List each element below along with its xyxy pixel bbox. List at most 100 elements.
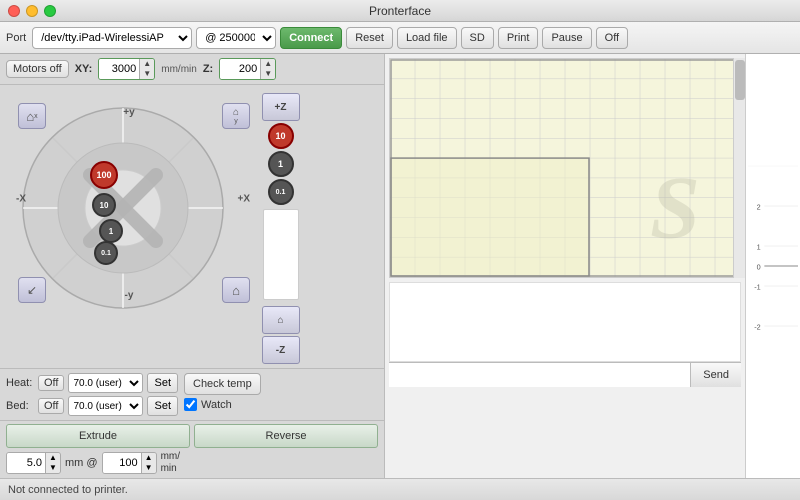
bed-set-button[interactable]: Set	[147, 396, 178, 416]
xy-speed-input[interactable]	[99, 59, 139, 79]
bed-row: Bed: Off 70.0 (user) Set	[6, 396, 178, 416]
xy-speed-up-button[interactable]: ▲	[140, 59, 154, 69]
home-bottomright-button[interactable]: ⌂	[222, 277, 250, 303]
sd-button[interactable]: SD	[461, 27, 494, 49]
heat-check-layout: Heat: Off 70.0 (user) Set Bed: Off 70.0 …	[6, 373, 378, 416]
build-plate: S Send	[385, 54, 745, 478]
z-speed-spinner: ▲ ▼	[219, 58, 276, 80]
xy-speed-spinner-buttons: ▲ ▼	[139, 59, 154, 79]
jog-area: ⌂x ⌂y ↙ ⌂ +y -y -X +X	[0, 85, 384, 368]
mmmin-extrude-label: mm/min	[161, 451, 180, 475]
svg-text:-2: -2	[754, 323, 760, 332]
reverse-button[interactable]: Reverse	[194, 424, 378, 448]
svg-text:2: 2	[757, 203, 761, 212]
step-100-badge[interactable]: 100	[90, 161, 118, 189]
print-button[interactable]: Print	[498, 27, 539, 49]
motors-row: Motors off XY: ▲ ▼ mm/min Z: ▲ ▼	[0, 54, 384, 85]
send-row: Send	[389, 362, 741, 387]
home-topright-button[interactable]: ⌂y	[222, 103, 250, 129]
minimize-button[interactable]	[26, 5, 38, 17]
toolbar: Port /dev/tty.iPad-WirelessiAP @ 250000 …	[0, 22, 800, 54]
z-home-button[interactable]: ⌂	[262, 306, 300, 334]
extrude-amount-up[interactable]: ▲	[46, 453, 60, 463]
z-speed-down-button[interactable]: ▼	[261, 69, 275, 79]
extrude-panel: Extrude Reverse ▲ ▼ mm @ ▲ ▼	[0, 420, 384, 478]
extrude-amount-input[interactable]	[7, 453, 45, 473]
grid-area: S Send	[385, 54, 800, 478]
close-button[interactable]	[8, 5, 20, 17]
jog-wheel-svg[interactable]	[18, 103, 228, 313]
reset-button[interactable]: Reset	[346, 27, 393, 49]
z-speed-input[interactable]	[220, 59, 260, 79]
status-text: Not connected to printer.	[8, 484, 128, 496]
bed-label: Bed:	[6, 400, 34, 412]
z-step-10-badge[interactable]: 10	[268, 123, 294, 149]
extrude-speed-spinner: ▲ ▼	[102, 452, 157, 474]
z-speed-spinner-buttons: ▲ ▼	[260, 59, 275, 79]
watch-row: Watch	[184, 398, 261, 411]
z-step-01-badge[interactable]: 0.1	[268, 179, 294, 205]
send-button[interactable]: Send	[691, 363, 741, 387]
z-minus-button[interactable]: -Z	[262, 336, 300, 364]
maximize-button[interactable]	[44, 5, 56, 17]
z-step-1-badge[interactable]: 1	[268, 151, 294, 177]
plus-x-label: +X	[237, 194, 250, 205]
z-plus-button[interactable]: +Z	[262, 93, 300, 121]
z-speed-up-button[interactable]: ▲	[261, 59, 275, 69]
send-input[interactable]	[389, 363, 691, 387]
right-panel: S Send	[385, 54, 800, 478]
xy-speed-spinner: ▲ ▼	[98, 58, 155, 80]
xy-jog-container: ⌂x ⌂y ↙ ⌂ +y -y -X +X	[4, 89, 254, 309]
status-bar: Not connected to printer.	[0, 478, 800, 500]
extrude-amount-down[interactable]: ▼	[46, 463, 60, 473]
z-jog-panel: +Z 10 1 0.1 ⌂ -Z	[258, 89, 303, 364]
minus-x-label: -X	[16, 194, 26, 205]
heat-temp-select[interactable]: 70.0 (user)	[68, 373, 143, 393]
baud-select[interactable]: @ 250000	[196, 27, 276, 49]
extrude-speed-up[interactable]: ▲	[142, 453, 156, 463]
step-1-badge[interactable]: 1	[99, 219, 123, 243]
mmmin-label: mm/min	[161, 64, 197, 75]
connect-button[interactable]: Connect	[280, 27, 342, 49]
xy-speed-down-button[interactable]: ▼	[140, 69, 154, 79]
svg-text:-1: -1	[754, 283, 760, 292]
motors-off-button[interactable]: Motors off	[6, 60, 69, 78]
heat-bed-panel: Heat: Off 70.0 (user) Set Bed: Off 70.0 …	[0, 368, 384, 420]
extrude-speed-down[interactable]: ▼	[142, 463, 156, 473]
grid-svg: S	[390, 59, 740, 277]
loadfile-button[interactable]: Load file	[397, 27, 457, 49]
jog-wheel[interactable]	[18, 103, 228, 313]
port-label: Port	[6, 32, 26, 44]
extrude-speed-spinner-buttons: ▲ ▼	[141, 453, 156, 473]
heat-set-button[interactable]: Set	[147, 373, 178, 393]
off-button[interactable]: Off	[596, 27, 628, 49]
pause-button[interactable]: Pause	[542, 27, 591, 49]
step-01-badge[interactable]: 0.1	[94, 241, 118, 265]
svg-text:S: S	[650, 159, 700, 258]
extrude-params: ▲ ▼ mm @ ▲ ▼ mm/min	[6, 451, 378, 475]
check-temp-button[interactable]: Check temp	[184, 373, 261, 395]
watch-checkbox[interactable]	[184, 398, 197, 411]
watch-label: Watch	[201, 399, 232, 411]
heat-status: Off	[38, 375, 64, 391]
extrude-amount-spinner: ▲ ▼	[6, 452, 61, 474]
bed-temp-select[interactable]: 70.0 (user)	[68, 396, 143, 416]
mini-chart-area: 2 1 0 -1 -2	[745, 54, 800, 478]
heat-label: Heat:	[6, 377, 34, 389]
extrude-buttons: Extrude Reverse	[6, 424, 378, 448]
port-select[interactable]: /dev/tty.iPad-WirelessiAP	[32, 27, 192, 49]
left-panel: Motors off XY: ▲ ▼ mm/min Z: ▲ ▼	[0, 54, 385, 478]
build-grid: S	[389, 58, 741, 278]
extrude-button[interactable]: Extrude	[6, 424, 190, 448]
minus-y-label: -y	[125, 290, 134, 301]
home-topleft-button[interactable]: ⌂x	[18, 103, 46, 129]
svg-text:1: 1	[757, 243, 761, 252]
mm-at-label: mm @	[65, 457, 98, 469]
home-bottomleft-button[interactable]: ↙	[18, 277, 46, 303]
extrude-speed-input[interactable]	[103, 453, 141, 473]
window-title: Pronterface	[369, 4, 431, 18]
step-10-badge[interactable]: 10	[92, 193, 116, 217]
bed-status: Off	[38, 398, 64, 414]
heat-row: Heat: Off 70.0 (user) Set	[6, 373, 178, 393]
titlebar: Pronterface	[0, 0, 800, 22]
